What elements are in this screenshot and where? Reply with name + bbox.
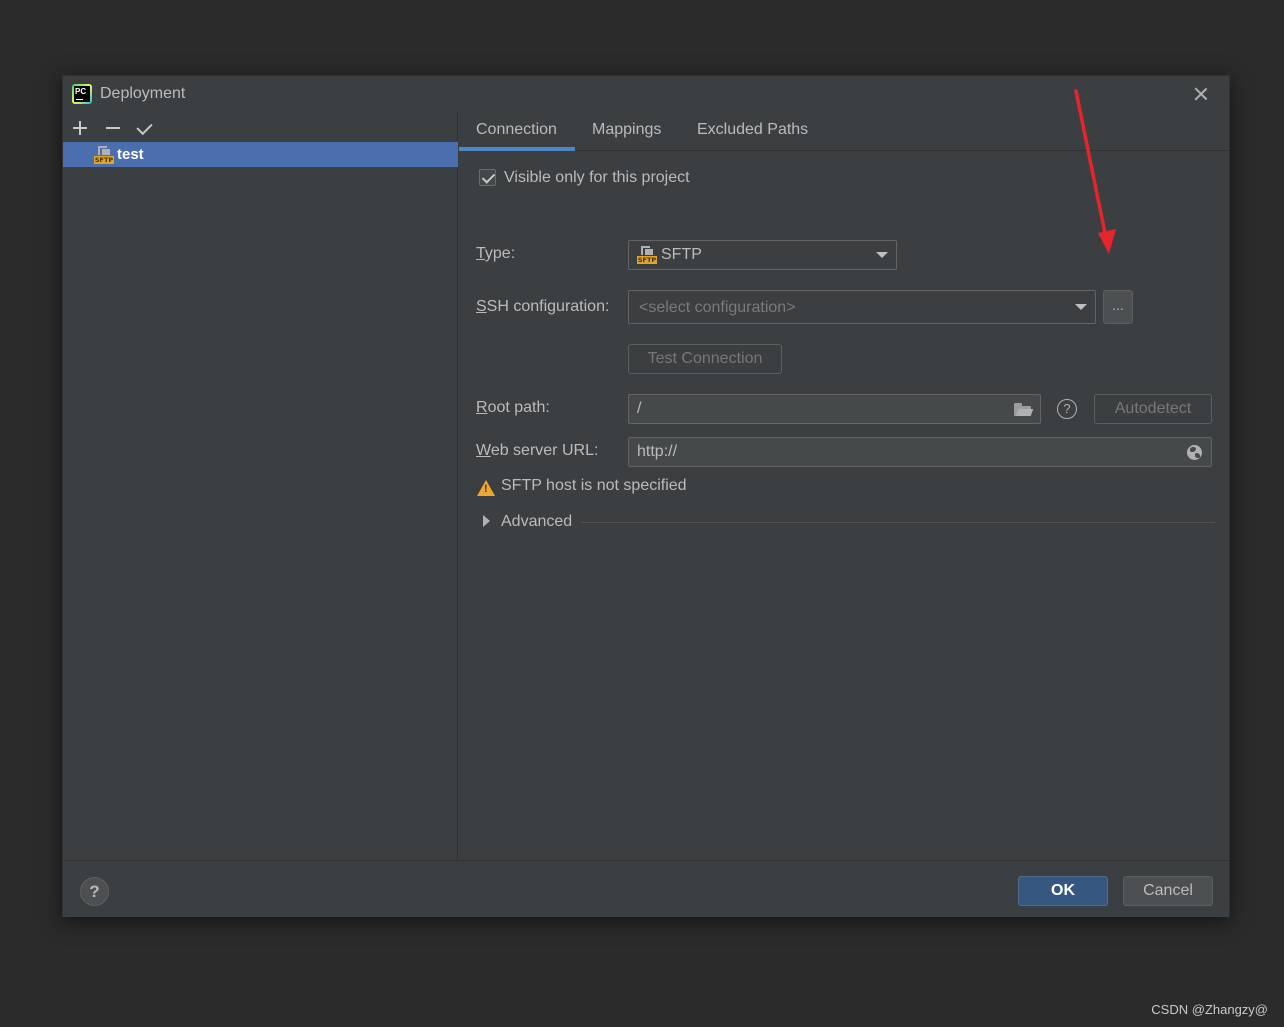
watermark: CSDN @Zhangzy@ <box>1151 1002 1268 1017</box>
tab-mappings[interactable]: Mappings <box>592 121 661 139</box>
server-name: test <box>117 146 144 163</box>
type-label-mnemonic: T <box>476 245 485 262</box>
ssh-configuration-placeholder: <select configuration> <box>639 299 796 316</box>
deployment-dialog: PC Deployment SFTP test Connection Mappi… <box>62 75 1230 917</box>
tab-connection[interactable]: Connection <box>476 121 557 139</box>
root-path-input[interactable]: / <box>628 394 1041 424</box>
advanced-section-toggle[interactable]: Advanced <box>501 513 572 531</box>
folder-open-icon[interactable] <box>1014 403 1034 416</box>
title-bar: PC Deployment <box>63 76 1229 112</box>
active-tab-indicator <box>459 147 575 151</box>
warning-icon: ! <box>477 480 495 496</box>
web-server-url-value: http:// <box>637 443 678 460</box>
tab-bar: Connection Mappings Excluded Paths <box>459 112 1230 151</box>
type-dropdown[interactable]: SFTP SFTP <box>628 240 897 270</box>
type-value: SFTP <box>661 246 702 263</box>
test-connection-button[interactable]: Test Connection <box>628 344 782 374</box>
apply-check-icon[interactable] <box>135 118 155 138</box>
visible-only-checkbox[interactable] <box>479 169 496 186</box>
sftp-icon-tag: SFTP <box>94 156 114 164</box>
visible-only-label[interactable]: Visible only for this project <box>504 169 690 187</box>
help-button[interactable]: ? <box>80 877 109 906</box>
root-path-value: / <box>637 400 642 417</box>
close-icon[interactable] <box>1191 84 1211 104</box>
ssh-label-text: SH configuration: <box>486 298 610 315</box>
root-path-label: Root path: <box>476 399 550 417</box>
globe-icon[interactable] <box>1187 445 1202 460</box>
type-label: Type: <box>476 245 515 263</box>
chevron-right-icon[interactable] <box>483 515 490 527</box>
web-server-url-label: Web server URL: <box>476 442 598 460</box>
web-url-label-text: eb server URL: <box>490 442 599 459</box>
autodetect-button[interactable]: Autodetect <box>1094 394 1212 424</box>
ssh-configuration-browse-button[interactable]: ... <box>1103 290 1133 324</box>
root-label-mnemonic: R <box>476 399 488 416</box>
pycharm-icon: PC <box>72 84 92 104</box>
remove-server-icon[interactable] <box>103 118 123 138</box>
ssh-configuration-dropdown[interactable]: <select configuration> <box>628 290 1096 324</box>
web-url-label-mnemonic: W <box>476 442 491 459</box>
chevron-down-icon <box>1075 304 1087 310</box>
sftp-type-icon-tag: SFTP <box>637 256 657 264</box>
sftp-type-icon: SFTP <box>637 246 657 264</box>
ssh-configuration-label: SSH configuration: <box>476 298 609 316</box>
chevron-down-icon <box>876 252 888 258</box>
warning-message: SFTP host is not specified <box>501 477 687 494</box>
help-icon[interactable]: ? <box>1057 399 1077 419</box>
root-label-text: oot path: <box>487 399 550 416</box>
sftp-server-icon: SFTP <box>94 146 114 164</box>
dialog-title: Deployment <box>100 85 186 102</box>
server-list-item[interactable]: SFTP test <box>63 142 458 167</box>
web-server-url-input[interactable]: http:// <box>628 437 1212 467</box>
add-server-icon[interactable] <box>70 118 90 138</box>
server-list-panel: SFTP test <box>63 112 458 860</box>
advanced-divider <box>581 522 1215 523</box>
ssh-label-mnemonic: S <box>476 298 487 315</box>
type-label-text: ype: <box>484 245 516 262</box>
pycharm-icon-text: PC <box>74 86 90 102</box>
tab-excluded-paths[interactable]: Excluded Paths <box>697 121 808 139</box>
settings-panel: Connection Mappings Excluded Paths Visib… <box>459 112 1230 860</box>
dialog-footer: ? OK Cancel <box>63 860 1229 917</box>
cancel-button[interactable]: Cancel <box>1123 876 1213 906</box>
server-list-toolbar <box>69 115 463 141</box>
ok-button[interactable]: OK <box>1018 876 1108 906</box>
